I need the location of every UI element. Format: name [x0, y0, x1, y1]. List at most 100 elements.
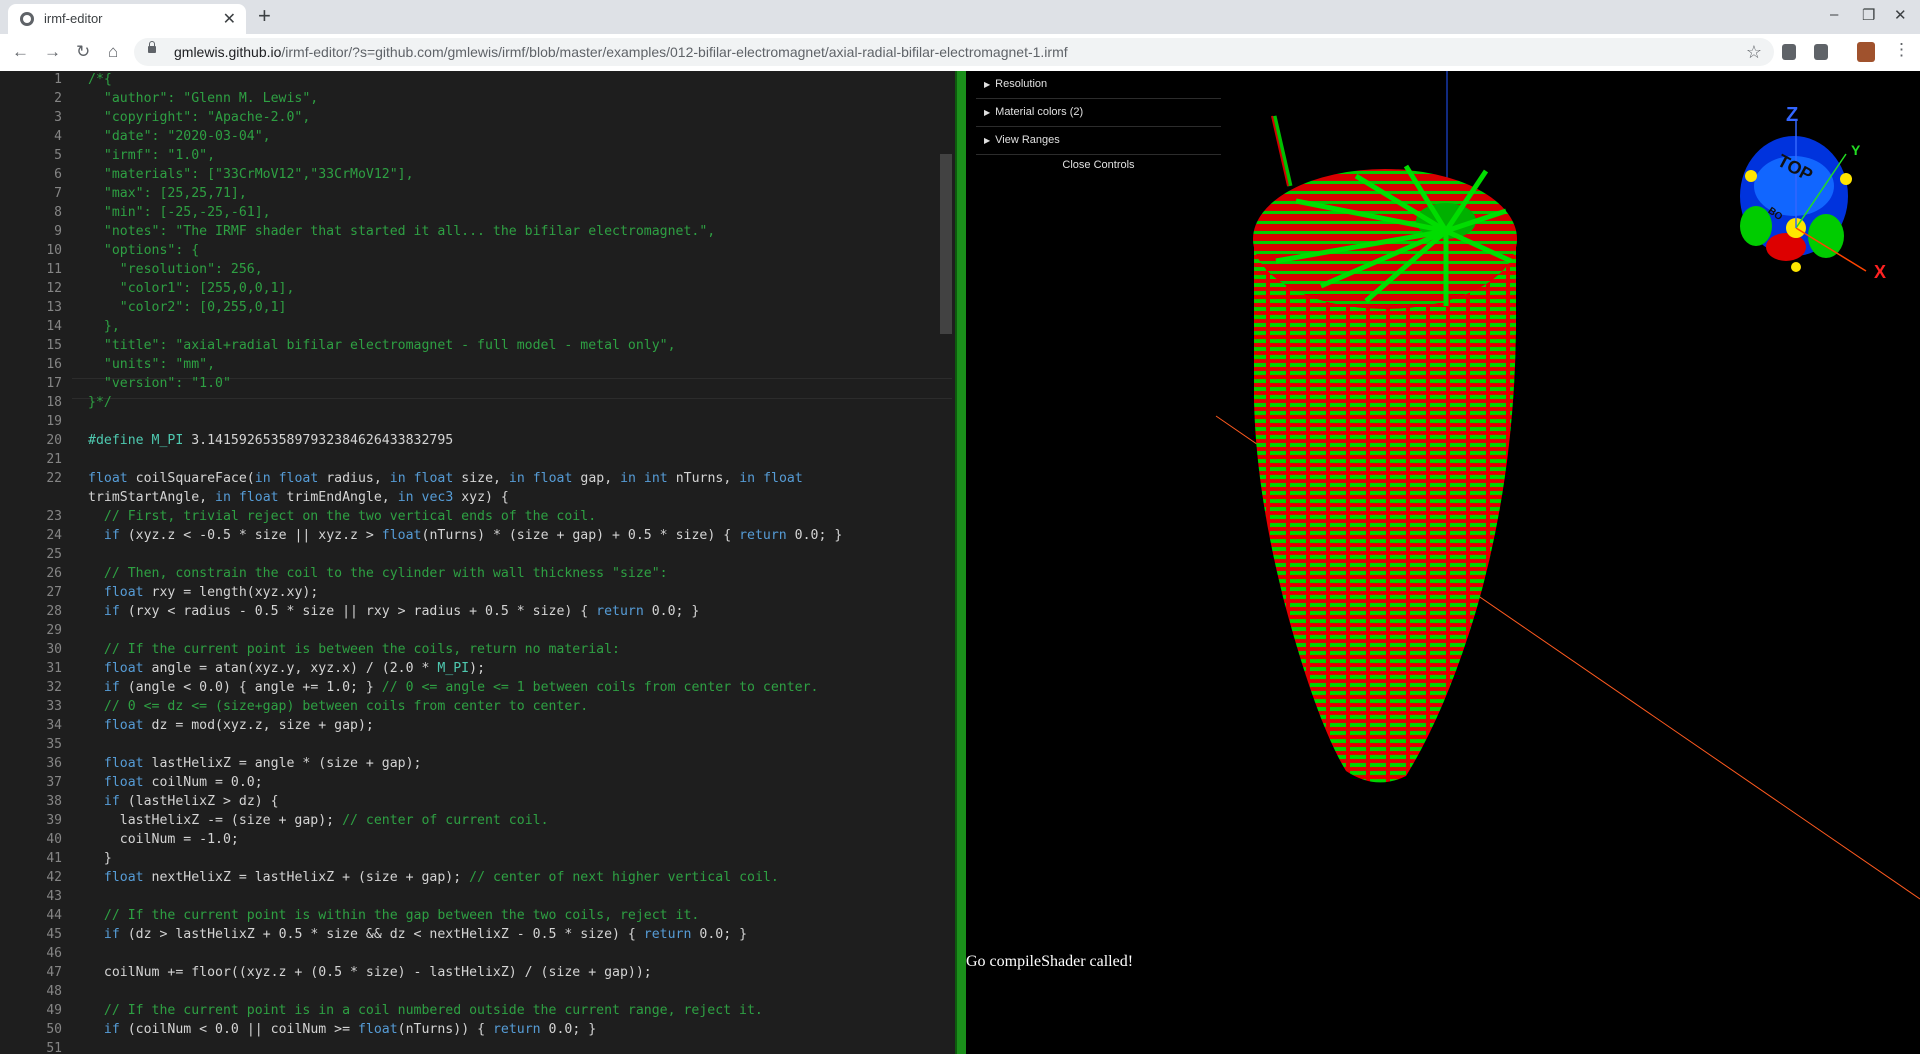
- code-line[interactable]: "irmf": "1.0",: [88, 148, 215, 163]
- code-line[interactable]: float lastHelixZ = angle * (size + gap);: [88, 756, 422, 771]
- forward-button[interactable]: →: [44, 42, 61, 62]
- line-number: 43: [46, 889, 62, 904]
- line-number: 23: [46, 509, 62, 524]
- code-line[interactable]: float nextHelixZ = lastHelixZ + (size + …: [88, 870, 779, 885]
- code-line[interactable]: if (lastHelixZ > dz) {: [88, 794, 279, 809]
- tab-irmf-editor[interactable]: irmf-editor ✕: [8, 4, 246, 34]
- code-line[interactable]: "notes": "The IRMF shader that started i…: [88, 224, 715, 239]
- code-line[interactable]: lastHelixZ -= (size + gap); // center of…: [88, 813, 549, 828]
- axis-label-z: Z: [1786, 104, 1798, 126]
- code-line[interactable]: if (rxy < radius - 0.5 * size || rxy > r…: [88, 604, 699, 619]
- code-line[interactable]: float coilNum = 0.0;: [88, 775, 263, 790]
- close-window-button[interactable]: ✕: [1894, 6, 1907, 24]
- code-line[interactable]: float coilSquareFace(in float radius, in…: [88, 471, 803, 486]
- line-number: 38: [46, 794, 62, 809]
- extension-icon[interactable]: [1814, 44, 1828, 60]
- line-number: 19: [46, 414, 62, 429]
- orientation-cube[interactable]: TOP BO: [1740, 121, 1867, 272]
- close-tab-icon[interactable]: ✕: [223, 9, 236, 29]
- reload-button[interactable]: ↻: [76, 42, 90, 62]
- line-number: 21: [46, 452, 62, 467]
- render-viewer[interactable]: TOP BO Z Y X ▶ Resolution ▶ Material color…: [966, 71, 1920, 1054]
- code-line[interactable]: // First, trivial reject on the two vert…: [88, 509, 596, 524]
- line-number: 8: [54, 205, 62, 220]
- line-number: 26: [46, 566, 62, 581]
- line-number: 42: [46, 870, 62, 885]
- back-button[interactable]: ←: [12, 42, 29, 62]
- code-line[interactable]: // 0 <= dz <= (size+gap) between coils f…: [88, 699, 588, 714]
- code-line[interactable]: "options": {: [88, 243, 199, 258]
- code-line[interactable]: coilNum += floor((xyz.z + (0.5 * size) -…: [88, 965, 652, 980]
- line-number: 44: [46, 908, 62, 923]
- home-button[interactable]: ⌂: [108, 42, 118, 62]
- code-line[interactable]: "units": "mm",: [88, 357, 215, 372]
- line-number: 46: [46, 946, 62, 961]
- line-number: 12: [46, 281, 62, 296]
- line-number: 10: [46, 243, 62, 258]
- lock-icon[interactable]: [148, 41, 156, 53]
- code-line[interactable]: coilNum = -1.0;: [88, 832, 239, 847]
- profile-avatar[interactable]: [1857, 42, 1875, 62]
- code-line[interactable]: }: [88, 851, 112, 866]
- folder-label: View Ranges: [995, 134, 1060, 146]
- line-number: 51: [46, 1041, 62, 1054]
- code-line[interactable]: "copyright": "Apache-2.0",: [88, 110, 310, 125]
- code-line[interactable]: },: [88, 319, 120, 334]
- line-number: 28: [46, 604, 62, 619]
- code-line[interactable]: "max": [25,25,71],: [88, 186, 247, 201]
- code-line[interactable]: "version": "1.0": [88, 376, 231, 391]
- code-line[interactable]: "min": [-25,-25,-61],: [88, 205, 271, 220]
- line-number: 6: [54, 167, 62, 182]
- code-line[interactable]: if (dz > lastHelixZ + 0.5 * size && dz <…: [88, 927, 747, 942]
- line-number: 14: [46, 319, 62, 334]
- line-number: 34: [46, 718, 62, 733]
- code-line[interactable]: float dz = mod(xyz.z, size + gap);: [88, 718, 374, 733]
- coil-cylinder-body: [1254, 241, 1516, 783]
- line-number: 47: [46, 965, 62, 980]
- code-line[interactable]: trimStartAngle, in float trimEndAngle, i…: [88, 490, 509, 505]
- code-line[interactable]: }*/: [88, 395, 112, 410]
- code-line[interactable]: if (angle < 0.0) { angle += 1.0; } // 0 …: [88, 680, 819, 695]
- url-text[interactable]: gmlewis.github.io/irmf-editor/?s=github.…: [174, 44, 1068, 60]
- code-line[interactable]: "materials": ["33CrMoV12","33CrMoV12"],: [88, 167, 414, 182]
- caret-right-icon: ▶: [984, 108, 991, 117]
- extension-icon[interactable]: [1782, 44, 1796, 60]
- new-tab-button[interactable]: +: [258, 5, 271, 27]
- code-line[interactable]: "title": "axial+radial bifilar electroma…: [88, 338, 676, 353]
- code-line[interactable]: "color1": [255,0,0,1],: [88, 281, 295, 296]
- code-line[interactable]: "author": "Glenn M. Lewis",: [88, 91, 318, 106]
- code-line[interactable]: "color2": [0,255,0,1]: [88, 300, 287, 315]
- code-line[interactable]: "date": "2020-03-04",: [88, 129, 271, 144]
- code-line[interactable]: "resolution": 256,: [88, 262, 263, 277]
- code-line[interactable]: /*{: [88, 72, 112, 87]
- code-line[interactable]: #define M_PI 3.1415926535897932384626433…: [88, 433, 453, 448]
- line-number: 15: [46, 338, 62, 353]
- axis-label-x: X: [1874, 262, 1886, 282]
- code-editor[interactable]: 1 2 3 4 5 6 7 8 9 10 11 12 13 14 15 16 17 18 19 20 21 22 23 24 2…: [0, 71, 955, 1054]
- log-message: Go compileShader called!: [966, 953, 1134, 970]
- code-line[interactable]: float angle = atan(xyz.y, xyz.x) / (2.0 …: [88, 661, 485, 676]
- line-number: 16: [46, 357, 62, 372]
- maximize-button[interactable]: ❐: [1862, 6, 1875, 24]
- browser-menu-icon[interactable]: ⋮: [1893, 40, 1910, 60]
- pane-splitter[interactable]: [955, 71, 966, 1054]
- address-bar[interactable]: gmlewis.github.io/irmf-editor/?s=github.…: [134, 38, 1774, 66]
- folder-view-ranges[interactable]: ▶ View Ranges: [976, 127, 1221, 155]
- minimize-button[interactable]: –: [1830, 6, 1838, 23]
- browser-toolbar: ← → ↻ ⌂ gmlewis.github.io/irmf-editor/?s…: [0, 34, 1920, 72]
- editor-scrollbar[interactable]: [940, 154, 952, 334]
- code-line[interactable]: // If the current point is between the c…: [88, 642, 620, 657]
- bookmark-star-icon[interactable]: ☆: [1746, 42, 1762, 63]
- code-line[interactable]: if (xyz.z < -0.5 * size || xyz.z > float…: [88, 528, 842, 543]
- close-controls-button[interactable]: Close Controls: [976, 155, 1221, 175]
- code-line[interactable]: if (coilNum < 0.0 || coilNum >= float(nT…: [88, 1022, 596, 1037]
- folder-material-colors[interactable]: ▶ Material colors (2): [976, 99, 1221, 127]
- folder-label: Resolution: [995, 78, 1048, 90]
- code-line[interactable]: // If the current point is within the ga…: [88, 908, 699, 923]
- code-line[interactable]: float rxy = length(xyz.xy);: [88, 585, 318, 600]
- folder-resolution[interactable]: ▶ Resolution: [976, 71, 1221, 99]
- code-line[interactable]: // Then, constrain the coil to the cylin…: [88, 566, 668, 581]
- code-line[interactable]: // If the current point is in a coil num…: [88, 1003, 763, 1018]
- line-number: 7: [54, 186, 62, 201]
- model-render[interactable]: TOP BO Z Y X: [966, 71, 1920, 1054]
